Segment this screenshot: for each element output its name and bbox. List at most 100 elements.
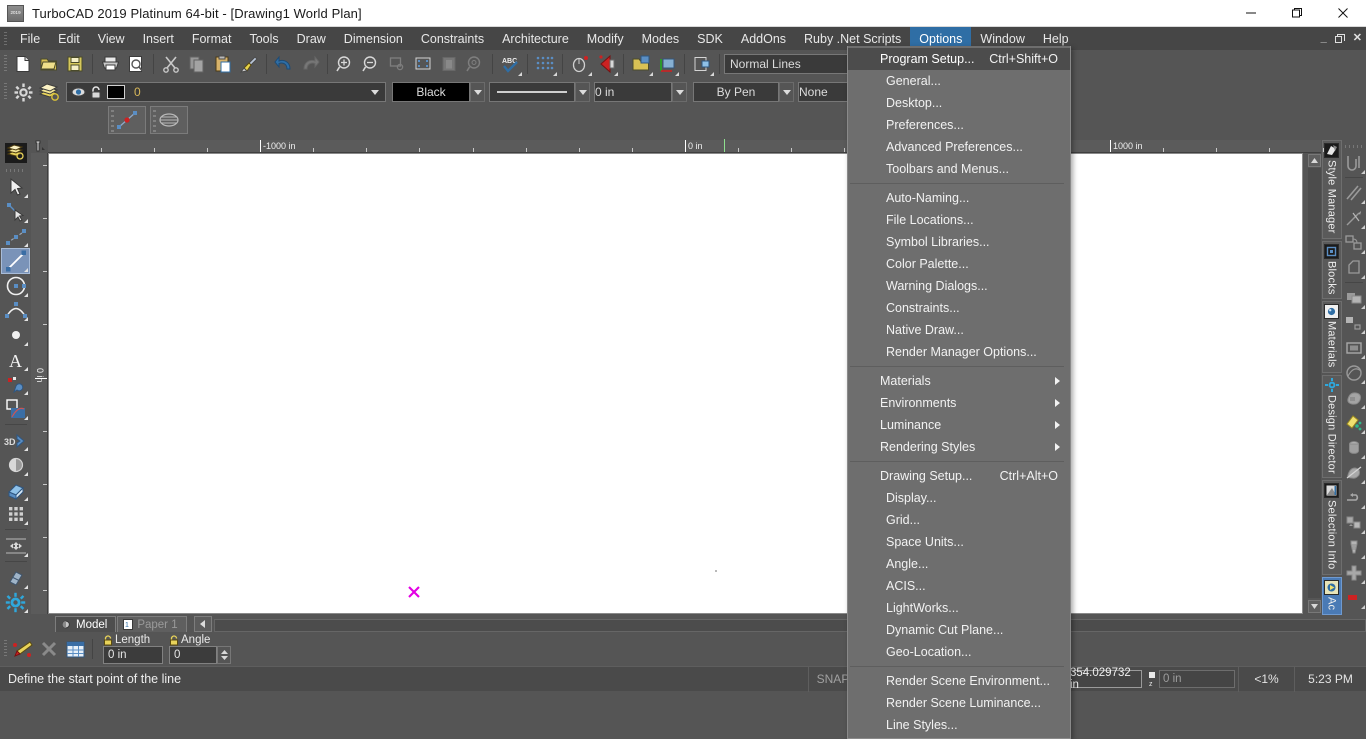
point-pick-icon[interactable] [2,225,29,249]
blend-surface-icon[interactable] [1343,360,1365,385]
menu-item-toolbars-and-menus[interactable]: Toolbars and Menus... [848,158,1070,180]
scale-icon[interactable] [1343,310,1365,335]
menu-item-space-units[interactable]: Space Units... [848,531,1070,553]
chamfer-icon[interactable] [1343,255,1365,280]
zoom-level[interactable]: <1% [1238,666,1294,692]
parallel-lines-icon[interactable] [1343,180,1365,205]
zoom-out-icon[interactable] [358,52,384,76]
cancel-x-icon[interactable] [36,637,62,661]
wall-tool-icon[interactable] [2,566,29,590]
line-tool-icon[interactable] [1,248,30,274]
lock-icon[interactable] [169,634,179,646]
grid-table-icon[interactable] [62,637,88,661]
standard-toolbar-grip[interactable] [0,52,10,76]
open-folder-icon[interactable] [36,52,62,76]
properties-toolbar-grip[interactable] [0,80,10,104]
cut-scissors-icon[interactable] [158,52,184,76]
menu-insert[interactable]: Insert [134,27,183,50]
menu-constraints[interactable]: Constraints [412,27,493,50]
close-button[interactable] [1320,0,1366,27]
zoom-extents-icon[interactable] [410,52,436,76]
thread-bolt-icon[interactable] [1343,535,1365,560]
sidebar-item-action-recorder[interactable]: Ac [1321,576,1342,616]
menu-item-materials[interactable]: Materials [848,370,1070,392]
menu-item-warning-dialogs[interactable]: Warning Dialogs... [848,275,1070,297]
print-icon[interactable] [97,52,123,76]
highlight-faces-icon[interactable] [1343,410,1365,435]
menu-item-render-scene-environment[interactable]: Render Scene Environment... [848,670,1070,692]
format-paintbrush-icon[interactable] [236,52,262,76]
line-style-field[interactable] [489,82,575,102]
left-toolbar-grip[interactable] [5,167,27,175]
menu-tools[interactable]: Tools [240,27,287,50]
menu-item-rendering-styles[interactable]: Rendering Styles [848,436,1070,458]
canvas[interactable] [48,153,1307,614]
mdi-restore-button[interactable] [1334,33,1345,44]
shell-solid-icon[interactable] [1343,335,1365,360]
vertical-scrollbar[interactable] [1307,153,1321,614]
dimension-tool-icon[interactable] [2,373,29,397]
slice-solid-icon[interactable] [1343,460,1365,485]
menu-item-constraints[interactable]: Constraints... [848,297,1070,319]
text-tool-icon[interactable]: A [2,348,29,372]
menu-item-grid[interactable]: Grid... [848,509,1070,531]
menu-item-display[interactable]: Display... [848,487,1070,509]
3d-primitive-icon[interactable]: 3D [2,429,29,453]
open-copy-icon[interactable] [628,52,654,76]
menu-item-preferences[interactable]: Preferences... [848,114,1070,136]
drawing-paper[interactable] [48,153,1303,614]
sheet-tab-paper-1[interactable]: 1 Paper 1 [117,616,187,632]
zoom-page-icon[interactable] [436,52,462,76]
menu-draw[interactable]: Draw [288,27,335,50]
spell-check-abc-icon[interactable]: ABC [497,52,523,76]
sidebar-item-blocks[interactable]: Blocks [1321,240,1342,300]
sidebar-item-materials[interactable]: Materials [1321,301,1342,373]
boolean-union-icon[interactable] [1343,285,1365,310]
trim-extend-icon[interactable] [1343,205,1365,230]
paste-special-icon[interactable] [689,52,715,76]
horizontal-ruler[interactable]: -1000 in 0 in 1000 in [48,139,1324,153]
menu-sdk[interactable]: SDK [688,27,732,50]
bend-solid-icon[interactable] [1343,485,1365,510]
menu-item-desktop[interactable]: Desktop... [848,92,1070,114]
paste-icon[interactable] [210,52,236,76]
cylinder-solid-icon[interactable] [1343,435,1365,460]
zoom-previous-icon[interactable] [462,52,488,76]
menu-item-render-scene-luminance[interactable]: Render Scene Luminance... [848,692,1070,714]
menu-modes[interactable]: Modes [633,27,689,50]
snap-grid-icon[interactable] [532,52,558,76]
zoom-window-icon[interactable] [384,52,410,76]
zoom-in-icon[interactable] [332,52,358,76]
menu-modify[interactable]: Modify [578,27,633,50]
sheet-scroll-track[interactable] [213,619,1366,632]
layer-color-swatch[interactable] [107,85,125,99]
node-edit-icon[interactable] [2,200,29,224]
menu-dimension[interactable]: Dimension [335,27,412,50]
options-dropdown-menu[interactable]: Program Setup... Ctrl+Shift+O General... De… [847,46,1071,739]
sheet-tab-model[interactable]: Model [55,616,117,632]
menu-item-auto-naming[interactable]: Auto-Naming... [848,187,1070,209]
lock-icon[interactable] [90,85,102,99]
brush-style-dropdown[interactable] [779,82,794,102]
lock-icon[interactable] [103,634,113,646]
red-marker-icon[interactable] [1343,585,1365,610]
menu-item-drawing-setup[interactable]: Drawing Setup... Ctrl+Alt+O [848,465,1070,487]
menu-item-general[interactable]: General... [848,70,1070,92]
layer-selector[interactable]: 0 [66,82,386,102]
redo-arrow-icon[interactable] [297,52,323,76]
circle-tool-icon[interactable] [2,274,29,298]
settings-gear-blue-icon[interactable] [2,591,29,615]
minimize-button[interactable] [1228,0,1274,27]
save-floppy-icon[interactable] [62,52,88,76]
sidebar-item-design-director[interactable]: Design Director [1321,374,1342,479]
menu-addons[interactable]: AddOns [732,27,795,50]
fillet-icon[interactable] [1343,230,1365,255]
mdi-minimize-button[interactable]: _ [1321,33,1327,44]
menu-item-file-locations[interactable]: File Locations... [848,209,1070,231]
menu-architecture[interactable]: Architecture [493,27,578,50]
line-width-dropdown[interactable] [672,82,687,102]
menu-item-symbol-libraries[interactable]: Symbol Libraries... [848,231,1070,253]
menu-edit[interactable]: Edit [49,27,89,50]
brush-style-field[interactable]: By Pen [693,82,779,102]
add-plus-icon[interactable] [1343,560,1365,585]
